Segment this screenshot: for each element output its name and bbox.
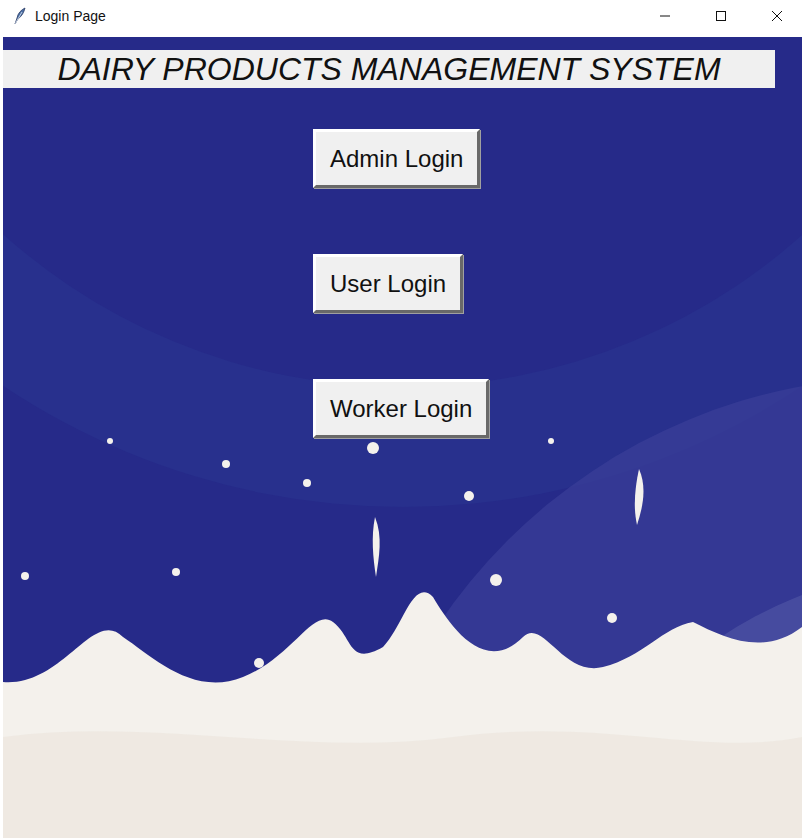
login-window: Login Page DAIRY PRODUCTS MANAGEMENT SYS… xyxy=(0,0,805,840)
system-title: DAIRY PRODUCTS MANAGEMENT SYSTEM xyxy=(3,50,775,88)
login-button[interactable]: Admin Login xyxy=(313,129,480,188)
maximize-button[interactable] xyxy=(693,0,749,31)
maximize-icon xyxy=(715,10,727,22)
login-button[interactable]: Worker Login xyxy=(313,379,489,438)
login-button[interactable]: User Login xyxy=(313,254,463,313)
minimize-icon xyxy=(659,10,671,22)
close-button[interactable] xyxy=(749,0,805,31)
feather-icon xyxy=(12,7,28,25)
title-bar: Login Page xyxy=(0,0,805,31)
background-panel: DAIRY PRODUCTS MANAGEMENT SYSTEM Admin L… xyxy=(3,37,802,838)
close-icon xyxy=(771,10,783,22)
window-title: Login Page xyxy=(35,8,106,24)
minimize-button[interactable] xyxy=(637,0,693,31)
